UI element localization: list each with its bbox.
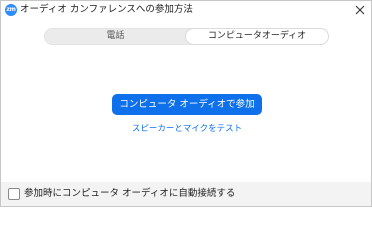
- window-title: オーディオ カンファレンスへの参加方法: [20, 4, 193, 15]
- footer-bar: 参加時にコンピュータ オーディオに自動接続する: [1, 182, 371, 206]
- auto-join-audio-checkbox[interactable]: [8, 188, 20, 200]
- audio-join-dialog: zm オーディオ カンファレンスへの参加方法 電話 コンピュータオーディオ コン…: [0, 0, 372, 207]
- zoom-logo-icon: zm: [5, 4, 17, 16]
- join-with-computer-audio-button[interactable]: コンピュータ オーディオで参加: [112, 94, 262, 115]
- auto-join-audio-label[interactable]: 参加時にコンピュータ オーディオに自動接続する: [24, 188, 235, 200]
- audio-type-tabs: 電話 コンピュータオーディオ: [44, 28, 329, 45]
- close-icon: [355, 5, 365, 15]
- tab-computer-audio[interactable]: コンピュータオーディオ: [186, 29, 328, 44]
- close-button[interactable]: [352, 2, 368, 18]
- tab-phone[interactable]: 電話: [45, 29, 186, 44]
- test-speaker-mic-link[interactable]: スピーカーとマイクをテスト: [97, 124, 277, 135]
- title-bar: zm オーディオ カンファレンスへの参加方法: [1, 1, 371, 21]
